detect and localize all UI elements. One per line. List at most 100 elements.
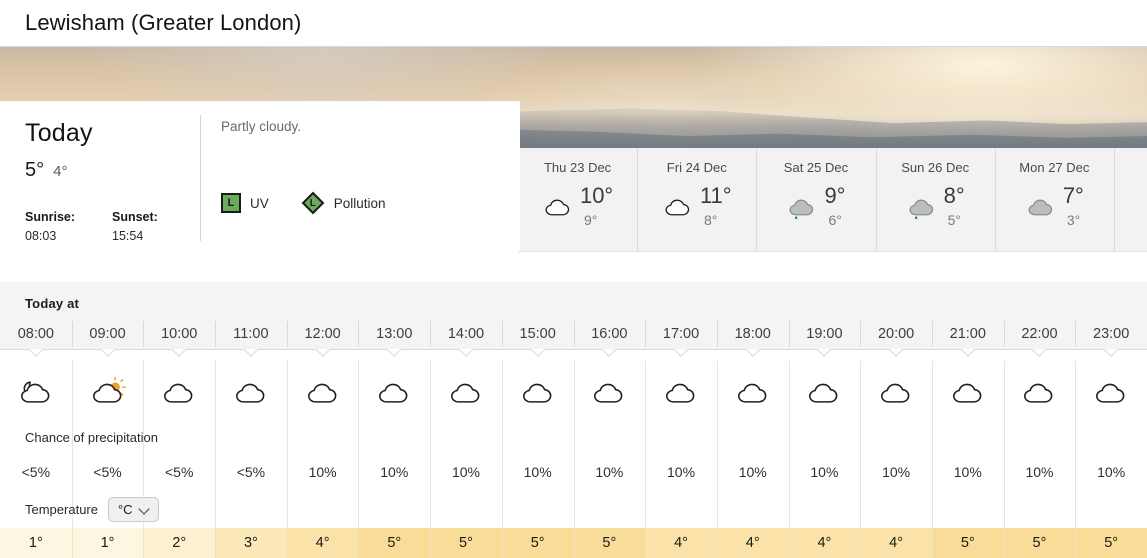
precip-value-cell: <5% bbox=[215, 453, 287, 491]
daily-card-temps: 8° 5° bbox=[944, 185, 965, 228]
notch-triangle-icon bbox=[600, 349, 618, 359]
hour-time-cell[interactable]: 17:00 bbox=[645, 319, 717, 349]
weather-icon-cloud-rain bbox=[786, 194, 818, 219]
sunrise-value: 08:03 bbox=[25, 229, 57, 243]
today-condition-text: Partly cloudy. bbox=[221, 119, 302, 134]
daily-card-temps: 10° 9° bbox=[580, 185, 613, 228]
temperature-unit-value: °C bbox=[117, 502, 133, 517]
hour-icon-cell bbox=[645, 361, 717, 423]
pollution-index[interactable]: L Pollution bbox=[301, 191, 386, 215]
uv-label: UV bbox=[250, 195, 269, 211]
hour-time-cell[interactable]: 23:00 bbox=[1075, 319, 1147, 349]
hour-icon-cell bbox=[215, 361, 287, 423]
notch-triangle-icon bbox=[27, 349, 45, 359]
sunset-block: Sunset: 15:54 bbox=[112, 210, 174, 243]
hour-time-cell[interactable]: 20:00 bbox=[860, 319, 932, 349]
hour-time-cell[interactable]: 19:00 bbox=[788, 319, 861, 349]
daily-card-temps: 7° 3° bbox=[1063, 185, 1084, 228]
notch-triangle-icon bbox=[959, 349, 977, 359]
weather-icon-cloud bbox=[734, 377, 772, 407]
daily-card-low: 6° bbox=[828, 212, 842, 228]
today-label: Today bbox=[25, 119, 93, 147]
daily-card-high: 11° bbox=[699, 183, 732, 208]
daily-card-temps: 11° 8° bbox=[699, 183, 732, 228]
precip-value-cell: 10% bbox=[286, 453, 359, 491]
temperature-control-band: Temperature °C bbox=[0, 491, 1147, 528]
hourly-forecast-section: Today at 08:00 09:00 10:00 11:00 12:00 13:00 1… bbox=[0, 282, 1147, 558]
hour-time-cell[interactable]: 09:00 bbox=[71, 319, 144, 349]
temp-value-cell: 4° bbox=[860, 528, 932, 558]
weather-icon-cloud-rain bbox=[906, 194, 938, 219]
weather-icon-cloud-grey bbox=[1025, 194, 1057, 219]
daily-forecast-card[interactable]: Sat 25 Dec 9° 6° bbox=[756, 148, 875, 251]
precipitation-label-band: Chance of precipitation bbox=[0, 423, 1147, 453]
temp-value-cell: 1° bbox=[0, 528, 72, 558]
precipitation-label: Chance of precipitation bbox=[25, 430, 158, 445]
notch-triangle-icon bbox=[815, 349, 833, 359]
daily-forecast-card[interactable]: Sun 26 Dec 8° 5° bbox=[875, 148, 995, 251]
sunset-value: 15:54 bbox=[112, 229, 144, 243]
daily-forecast-card[interactable]: Thu 23 Dec 10° 9° bbox=[518, 148, 637, 251]
hour-time-cell[interactable]: 18:00 bbox=[716, 319, 789, 349]
weather-icon-cloud bbox=[805, 377, 843, 407]
weather-icon-cloud bbox=[304, 377, 342, 407]
weather-icon-cloud bbox=[877, 377, 915, 407]
notch-triangle-icon bbox=[314, 349, 332, 359]
daily-forecast-card[interactable]: Fri 24 Dec 11° 8° bbox=[637, 148, 756, 251]
hour-time-cell[interactable]: 13:00 bbox=[358, 319, 430, 349]
hourly-notch-row bbox=[0, 349, 1147, 361]
precip-value-cell: 10% bbox=[1003, 453, 1076, 491]
weather-icon-sun-cloud bbox=[89, 377, 127, 407]
precip-value-cell: 10% bbox=[430, 453, 502, 491]
daily-forecast-strip[interactable]: Thu 23 Dec 10° 9° Fri 24 Dec 11° 8° Sat 25 Dec… bbox=[518, 148, 1147, 252]
hour-icon-cell bbox=[788, 361, 861, 423]
temp-value-cell: 4° bbox=[645, 528, 717, 558]
hour-time-cell[interactable]: 16:00 bbox=[573, 319, 646, 349]
temp-value-cell: 5° bbox=[501, 528, 574, 558]
notch-triangle-icon bbox=[529, 349, 547, 359]
hour-time-cell[interactable]: 21:00 bbox=[931, 319, 1004, 349]
hour-time-cell[interactable]: 15:00 bbox=[501, 319, 574, 349]
hour-icon-cell bbox=[716, 361, 789, 423]
daily-card-high: 9° bbox=[824, 183, 846, 208]
temp-value-cell: 4° bbox=[716, 528, 789, 558]
notch-triangle-icon bbox=[457, 349, 475, 359]
pollution-badge-icon: L bbox=[301, 191, 325, 215]
precip-value-cell: <5% bbox=[71, 453, 144, 491]
hour-icon-cell bbox=[143, 361, 215, 423]
hour-time-cell[interactable]: 08:00 bbox=[0, 319, 72, 349]
hour-time-cell[interactable]: 10:00 bbox=[143, 319, 215, 349]
uv-index[interactable]: L UV bbox=[221, 193, 269, 213]
precipitation-values-row: <5% <5% <5% <5% 10% 10% 10% 10% 10% 10% 10% 10% 10% 1… bbox=[0, 453, 1147, 491]
chevron-down-icon bbox=[140, 505, 149, 514]
daily-card-body: 7° 3° bbox=[1025, 185, 1084, 227]
hour-time-cell[interactable]: 14:00 bbox=[430, 319, 502, 349]
daily-card-low: 3° bbox=[1066, 212, 1081, 228]
today-high-temp: 5° bbox=[25, 159, 45, 181]
notch-triangle-icon bbox=[242, 349, 260, 359]
weather-icon-cloud bbox=[662, 377, 700, 407]
temp-value-cell: 3° bbox=[215, 528, 287, 558]
hour-time-cell[interactable]: 12:00 bbox=[286, 319, 359, 349]
precip-value-cell: <5% bbox=[143, 453, 215, 491]
temperature-unit-select[interactable]: °C bbox=[107, 497, 159, 522]
pollution-level: L bbox=[309, 197, 316, 209]
precip-value-cell: <5% bbox=[21, 464, 51, 480]
hour-time-cell[interactable]: 22:00 bbox=[1003, 319, 1076, 349]
daily-card-day: Sun 26 Dec bbox=[901, 160, 970, 175]
hour-time-cell[interactable]: 11:00 bbox=[215, 319, 287, 349]
daily-forecast-card[interactable]: Tu bbox=[1113, 148, 1147, 251]
hourly-times-row[interactable]: 08:00 09:00 10:00 11:00 12:00 13:00 14:00 15:00… bbox=[0, 319, 1147, 349]
notch-triangle-icon bbox=[385, 349, 403, 359]
weather-page: Lewisham (Greater London) Today 5° 4° Su… bbox=[0, 0, 1147, 558]
hour-icon-cell bbox=[501, 361, 574, 423]
temp-value-cell: 4° bbox=[286, 528, 359, 558]
page-header: Lewisham (Greater London) bbox=[0, 0, 1147, 47]
notch-triangle-icon bbox=[99, 349, 117, 359]
weather-icon-cloud bbox=[542, 194, 574, 219]
hour-icon-cell bbox=[358, 361, 430, 423]
temp-value-cell: 5° bbox=[1003, 528, 1076, 558]
daily-forecast-card[interactable]: Mon 27 Dec 7° 3° bbox=[994, 148, 1114, 251]
daily-card-body: 8° 5° bbox=[906, 185, 965, 227]
temp-value-cell: 5° bbox=[430, 528, 502, 558]
